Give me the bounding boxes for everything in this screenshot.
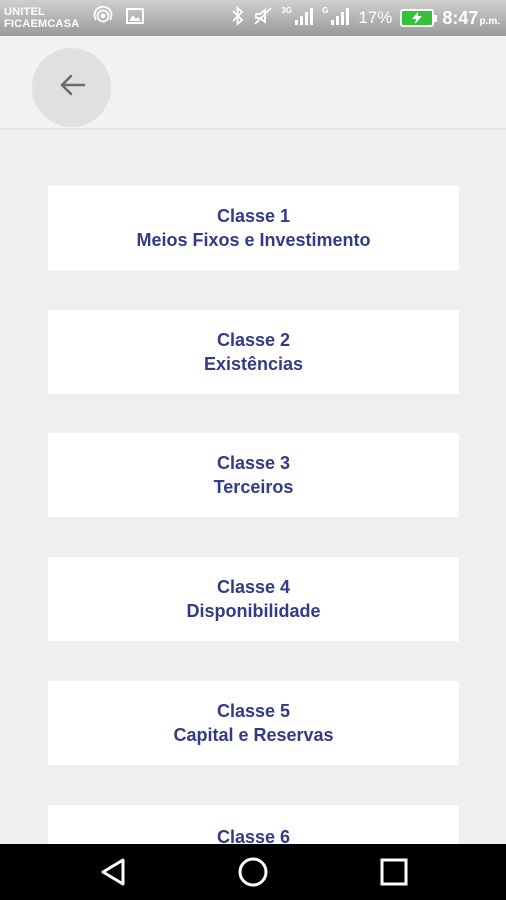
recents-square-icon[interactable]	[378, 856, 410, 888]
battery-charging-icon	[400, 9, 438, 27]
status-bar: UNITEL FICAEMCASA 3G G 17% 8:47p.m.	[0, 0, 506, 36]
class-title: Classe 5	[216, 701, 291, 721]
carrier-info: UNITEL FICAEMCASA	[4, 6, 79, 30]
class-subtitle: Disponibilidade	[186, 601, 321, 621]
bluetooth-icon	[231, 5, 245, 31]
arrow-left-icon	[57, 70, 87, 105]
class-title: Classe 2	[216, 330, 291, 350]
clock-suffix: p.m.	[479, 15, 500, 27]
clock: 8:47p.m.	[442, 8, 500, 29]
network-g-label: G	[322, 5, 329, 15]
mute-icon	[253, 6, 273, 31]
class-card-4[interactable]: Classe 4 Disponibilidade	[48, 557, 459, 641]
class-card-5[interactable]: Classe 5 Capital e Reservas	[48, 681, 459, 765]
class-subtitle: Terceiros	[213, 477, 294, 497]
class-subtitle: Capital e Reservas	[173, 725, 334, 745]
class-card-2[interactable]: Classe 2 Existências	[48, 310, 459, 394]
class-subtitle: Meios Fixos e Investimento	[136, 230, 371, 250]
hotspot-icon	[93, 5, 113, 31]
back-triangle-icon[interactable]	[97, 856, 129, 888]
navigation-bar	[0, 844, 506, 900]
app-bar	[0, 36, 506, 130]
network-3g-label: 3G	[281, 5, 293, 15]
class-title: Classe 6	[216, 827, 291, 844]
class-list: Classe 1 Meios Fixos e Investimento Clas…	[0, 130, 506, 844]
class-card-6[interactable]: Classe 6	[48, 805, 459, 844]
clock-time: 8:47	[442, 7, 479, 28]
image-icon	[125, 6, 145, 31]
class-card-1[interactable]: Classe 1 Meios Fixos e Investimento	[48, 186, 459, 270]
class-title: Classe 4	[216, 577, 291, 597]
class-subtitle: Existências	[203, 354, 304, 374]
class-title: Classe 3	[216, 453, 291, 473]
back-button[interactable]	[32, 48, 111, 127]
signal-icon	[330, 6, 350, 31]
home-circle-icon[interactable]	[237, 856, 269, 888]
carrier-subtext: FICAEMCASA	[4, 18, 80, 30]
class-title: Classe 1	[216, 206, 291, 226]
signal-icon	[294, 6, 314, 31]
class-card-3[interactable]: Classe 3 Terceiros	[48, 433, 459, 517]
carrier-name: UNITEL	[4, 6, 45, 18]
battery-percent: 17%	[358, 8, 393, 27]
